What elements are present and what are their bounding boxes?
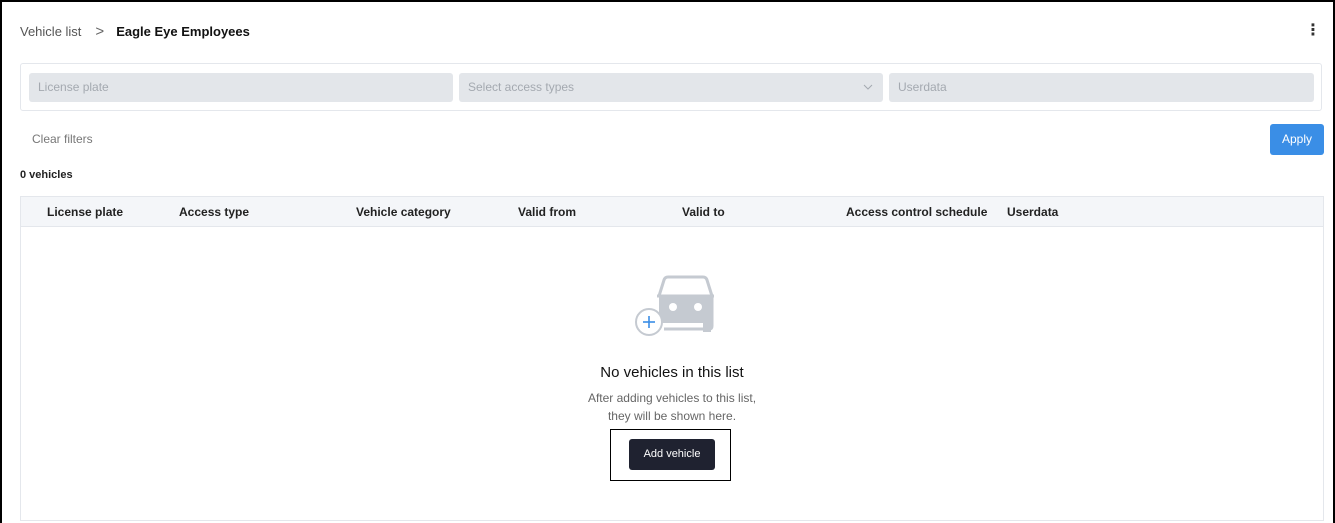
empty-state: No vehicles in this list After adding ve…: [21, 227, 1323, 521]
column-header-license-plate[interactable]: License plate: [47, 197, 123, 227]
clear-filters-link[interactable]: Clear filters: [32, 132, 93, 146]
kebab-menu-icon[interactable]: ⋮: [1305, 21, 1321, 41]
chevron-down-icon: [863, 73, 873, 114]
add-vehicle-button[interactable]: Add vehicle: [629, 439, 715, 470]
userdata-input[interactable]: Userdata: [889, 73, 1314, 102]
page-title: Eagle Eye Employees: [116, 23, 250, 39]
empty-state-line-2: they will be shown here.: [607, 409, 737, 423]
column-header-vehicle-category[interactable]: Vehicle category: [356, 197, 451, 227]
vehicles-table: License plate Access type Vehicle catego…: [20, 196, 1324, 521]
breadcrumb-separator: >: [95, 22, 105, 40]
filter-panel: License plate Select access types Userda…: [20, 63, 1322, 111]
access-types-placeholder: Select access types: [468, 80, 575, 94]
column-header-valid-from[interactable]: Valid from: [518, 197, 576, 227]
column-header-valid-to[interactable]: Valid to: [682, 197, 725, 227]
vehicle-count: 0 vehicles: [20, 169, 73, 181]
access-types-select[interactable]: Select access types: [459, 73, 883, 102]
apply-button[interactable]: Apply: [1270, 124, 1324, 155]
column-header-access-type[interactable]: Access type: [179, 197, 249, 227]
empty-state-description: After adding vehicles to this list, they…: [21, 389, 1323, 425]
column-header-access-control-schedule[interactable]: Access control schedule: [846, 197, 987, 227]
breadcrumb: Vehicle list > Eagle Eye Employees: [20, 20, 250, 42]
empty-state-line-1: After adding vehicles to this list,: [587, 391, 757, 405]
license-plate-input[interactable]: License plate: [29, 73, 453, 102]
column-header-userdata[interactable]: Userdata: [1007, 197, 1058, 227]
breadcrumb-vehicle-list[interactable]: Vehicle list: [20, 24, 81, 39]
car-add-icon: [635, 275, 714, 336]
empty-state-title: No vehicles in this list: [600, 364, 744, 381]
table-header: License plate Access type Vehicle catego…: [21, 197, 1323, 227]
